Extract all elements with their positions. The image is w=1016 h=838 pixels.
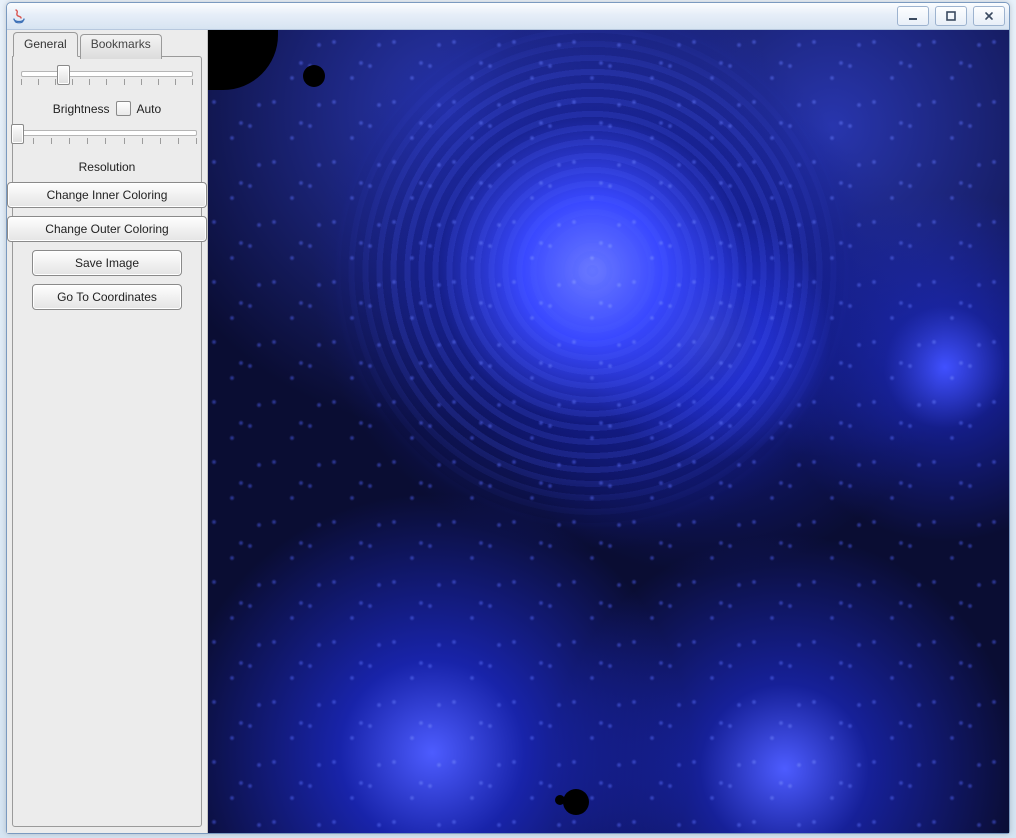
sidebar: General Bookmarks Brightness Au xyxy=(7,30,208,833)
tab-strip: General Bookmarks xyxy=(13,32,164,57)
tab-general[interactable]: General xyxy=(13,32,78,57)
tab-label: Bookmarks xyxy=(91,37,151,51)
auto-brightness-checkbox[interactable] xyxy=(116,101,131,116)
mandelbrot-region xyxy=(303,65,325,87)
tab-label: General xyxy=(24,37,67,51)
slider-ticks xyxy=(15,138,197,144)
minimize-button[interactable] xyxy=(897,6,929,26)
client-area: General Bookmarks Brightness Au xyxy=(7,30,1009,833)
change-outer-coloring-button[interactable]: Change Outer Coloring xyxy=(7,216,207,242)
brightness-label: Brightness xyxy=(53,102,110,116)
tab-bookmarks[interactable]: Bookmarks xyxy=(80,34,162,59)
tab-panel-general: Brightness Auto Resolution Change Inner … xyxy=(12,56,202,827)
slider-thumb[interactable] xyxy=(57,65,70,85)
fractal-image xyxy=(208,30,1009,833)
change-inner-coloring-button[interactable]: Change Inner Coloring xyxy=(7,182,207,208)
slider-ticks xyxy=(21,79,193,85)
go-to-coordinates-button[interactable]: Go To Coordinates xyxy=(32,284,182,310)
slider-track xyxy=(21,71,193,77)
brightness-slider[interactable] xyxy=(17,65,197,93)
close-button[interactable] xyxy=(973,6,1005,26)
brightness-row: Brightness Auto xyxy=(53,101,161,116)
auto-label: Auto xyxy=(137,102,162,116)
save-image-button[interactable]: Save Image xyxy=(32,250,182,276)
maximize-button[interactable] xyxy=(935,6,967,26)
fractal-canvas[interactable] xyxy=(208,30,1009,833)
mandelbrot-region xyxy=(563,789,589,815)
slider-thumb[interactable] xyxy=(11,124,24,144)
resolution-slider[interactable] xyxy=(11,124,201,152)
desktop: General Bookmarks Brightness Au xyxy=(0,0,1016,838)
slider-track xyxy=(15,130,197,136)
app-window: General Bookmarks Brightness Au xyxy=(6,2,1010,834)
java-app-icon xyxy=(11,8,27,24)
resolution-label: Resolution xyxy=(79,160,136,174)
window-buttons xyxy=(891,6,1005,26)
titlebar[interactable] xyxy=(7,3,1009,30)
panel-inner: Brightness Auto Resolution Change Inner … xyxy=(17,65,197,310)
